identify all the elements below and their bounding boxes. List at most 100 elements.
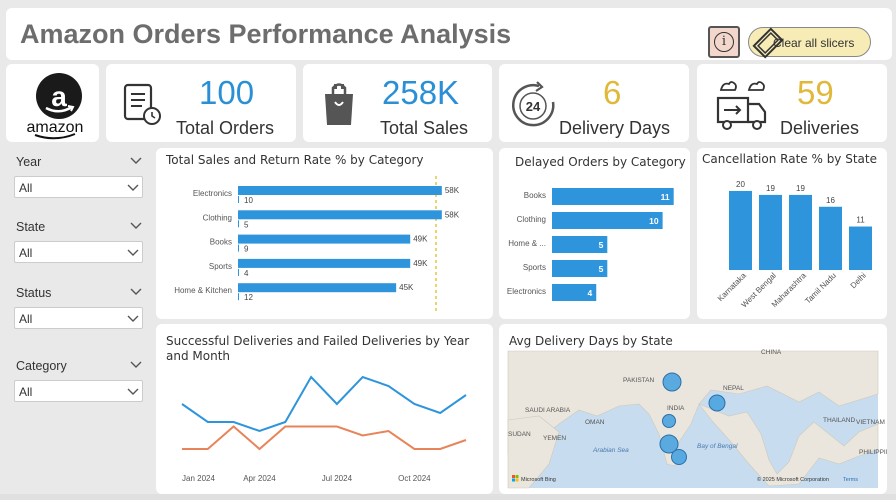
chevron-down-icon[interactable] [130, 157, 142, 165]
sales-return-chart[interactable]: Electronics 58K 10 Clothing 58K 5 Books 49K 9 Spo… [156, 148, 493, 319]
state-bubble[interactable] [671, 449, 687, 465]
bar-value-label: 20 [736, 180, 745, 189]
return-rate-label: 4 [244, 269, 249, 278]
title-bar: Amazon Orders Performance Analysis i Cle… [6, 8, 892, 60]
state-label: Tamil Nadu [803, 271, 838, 306]
return-rate-bar[interactable] [238, 293, 239, 301]
state-bubble[interactable] [662, 372, 682, 392]
bar-value-label: 5 [599, 264, 604, 274]
kpi-value: 258K [382, 74, 460, 111]
kpi-total-sales: 258K Total Sales [303, 64, 492, 142]
sales-bar[interactable] [238, 234, 411, 244]
avg-delivery-map[interactable]: CHINA PAKISTAN NEPAL INDIA SAUDI ARABIA OMAN Y… [499, 324, 887, 494]
x-tick-label: Jul 2024 [322, 474, 353, 483]
svg-text:24: 24 [526, 99, 541, 114]
bar-value-label: 5 [599, 240, 604, 250]
delayed-bar[interactable] [552, 188, 674, 205]
delivery-truck-icon [716, 81, 767, 130]
failed-deliveries-line[interactable] [182, 425, 467, 451]
map-label: INDIA [667, 405, 685, 412]
return-rate-bar[interactable] [238, 196, 239, 203]
chevron-down-icon[interactable] [130, 222, 142, 230]
cancellation-chart[interactable]: 20Karnataka19West Bengal19Maharashtra16T… [697, 148, 887, 319]
x-tick-label: Jan 2024 [182, 474, 215, 483]
category-label: Books [210, 238, 232, 247]
clear-slicers-label: Clear all slicers [773, 36, 855, 50]
return-rate-label: 9 [244, 245, 249, 254]
kpi-deliveries: 59 Deliveries [697, 64, 887, 142]
chevron-down-icon [127, 388, 139, 395]
bar-value-label: 11 [661, 192, 670, 202]
cancellation-bar[interactable] [819, 206, 842, 270]
amazon-logo: a amazon [27, 73, 83, 140]
map-terms-link[interactable]: Terms [843, 477, 858, 483]
sales-bar[interactable] [238, 283, 397, 293]
page-title: Amazon Orders Performance Analysis [20, 19, 512, 49]
state-dropdown[interactable]: All [14, 241, 143, 263]
bar-value-label: 16 [826, 196, 835, 205]
24h-clock-icon: 24 [512, 81, 555, 127]
cancellation-bar[interactable] [759, 194, 782, 270]
sales-data-label: 49K [413, 235, 428, 244]
cancellation-bar[interactable] [729, 190, 752, 270]
cancellation-bar[interactable] [849, 226, 872, 270]
delayed-orders-chart[interactable]: Books 11 Clothing 10 Home & ... 5 Sports 5 Elect… [499, 148, 690, 319]
bar-value-label: 10 [649, 216, 659, 226]
return-rate-label: 10 [244, 196, 253, 205]
sales-return-chart-card: Total Sales and Return Rate % by Categor… [156, 148, 493, 319]
slicer-label: Status [16, 286, 52, 300]
cancellation-chart-card: Cancellation Rate % by State 20 Karnataka… [697, 148, 887, 319]
map-label: OMAN [585, 419, 605, 426]
amazon-logo-card: a amazon [6, 64, 99, 142]
category-label: Clothing [517, 215, 546, 224]
bar-value-label: 4 [588, 288, 593, 298]
chevron-down-icon [127, 184, 139, 191]
status-dropdown[interactable]: All [14, 307, 143, 329]
category-label: Sports [523, 263, 546, 272]
return-rate-bar[interactable] [238, 244, 239, 252]
bar-value-label: 19 [766, 184, 775, 193]
kpi-label: Total Orders [176, 118, 275, 138]
sales-bar[interactable] [238, 258, 411, 268]
x-tick-label: Oct 2024 [398, 474, 431, 483]
kpi-label: Total Sales [380, 118, 469, 138]
category-label: Sports [209, 262, 232, 271]
kpi-value: 100 [199, 74, 255, 111]
delayed-bar[interactable] [552, 212, 663, 229]
map-label: CHINA [761, 349, 782, 356]
kpi-label: Deliveries [780, 118, 860, 138]
category-dropdown[interactable]: All [14, 380, 143, 402]
clear-slicers-button[interactable]: Clear all slicers [748, 27, 871, 59]
delayed-orders-chart-card: Delayed Orders by Category Books 11 Clothi… [499, 148, 690, 319]
sales-bar[interactable] [238, 186, 442, 195]
map-label: THAILAND [823, 417, 855, 424]
state-bubble[interactable] [662, 414, 676, 428]
return-rate-bar[interactable] [238, 220, 239, 228]
year-dropdown[interactable]: All [14, 176, 143, 198]
sales-bar[interactable] [238, 210, 442, 220]
map-label: PAKISTAN [623, 377, 654, 384]
successful-deliveries-line[interactable] [181, 375, 467, 433]
return-rate-bar[interactable] [238, 268, 239, 276]
category-label: Electronics [193, 189, 232, 198]
chevron-down-icon[interactable] [130, 288, 142, 296]
sales-data-label: 58K [445, 186, 460, 195]
cancellation-bar[interactable] [789, 194, 812, 270]
kpi-value: 6 [603, 74, 622, 111]
map-label: VIETNAM [856, 419, 885, 426]
slicer-label: State [16, 220, 46, 234]
chevron-down-icon [127, 315, 139, 322]
map-attribution: © 2025 Microsoft Corporation [757, 476, 829, 483]
deliveries-line-chart[interactable]: Jan 2024 Apr 2024 Jul 2024 Oct 2024 [156, 324, 493, 494]
map-label: NEPAL [723, 385, 744, 392]
chevron-down-icon [127, 249, 139, 256]
state-bubble[interactable] [708, 394, 726, 412]
info-button[interactable]: i [708, 26, 740, 58]
dropdown-value: All [19, 312, 33, 326]
category-label: Books [524, 191, 546, 200]
chevron-down-icon[interactable] [130, 361, 142, 369]
sales-data-label: 45K [399, 283, 414, 292]
category-label: Electronics [507, 287, 546, 296]
category-label: Home & ... [508, 239, 546, 248]
return-rate-label: 12 [244, 293, 253, 302]
